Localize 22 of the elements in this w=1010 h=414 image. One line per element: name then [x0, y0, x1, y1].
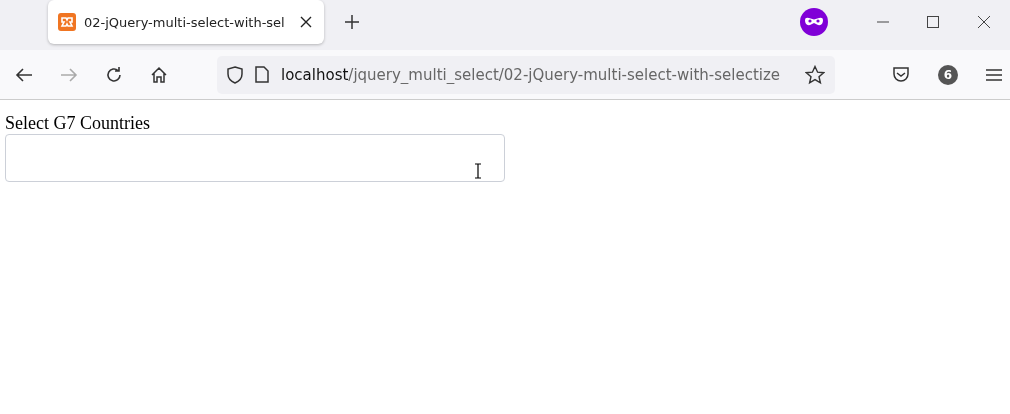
back-arrow-icon[interactable]	[15, 66, 33, 83]
pocket-icon[interactable]	[892, 66, 910, 83]
shield-icon	[227, 65, 243, 84]
maximize-icon[interactable]	[927, 16, 939, 28]
select-field[interactable]	[5, 134, 505, 182]
home-icon[interactable]	[150, 65, 168, 84]
new-tab-icon[interactable]	[344, 14, 360, 30]
tab-title: 02-jQuery-multi-select-with-sel	[84, 14, 286, 30]
extensions-badge[interactable]: 6	[938, 64, 958, 85]
field-label: Select G7 Countries	[5, 112, 151, 134]
site-icon	[58, 13, 76, 31]
reload-icon[interactable]	[105, 65, 123, 84]
address-bar[interactable]: localhost/jquery_multi_select/02-jQuery-multi-select-with-selectize	[217, 55, 835, 94]
text-cursor-icon	[474, 163, 482, 179]
browser-tab[interactable]: 02-jQuery-multi-select-with-sel	[48, 0, 324, 44]
close-icon[interactable]	[300, 16, 312, 28]
url-text: localhost/jquery_multi_select/02-jQuery-multi-select-with-selectize	[281, 65, 782, 84]
close-icon[interactable]	[977, 15, 991, 29]
page-icon	[255, 66, 269, 83]
star-icon[interactable]	[805, 64, 825, 85]
menu-icon[interactable]	[986, 67, 1002, 82]
private-mask-icon	[800, 8, 828, 36]
